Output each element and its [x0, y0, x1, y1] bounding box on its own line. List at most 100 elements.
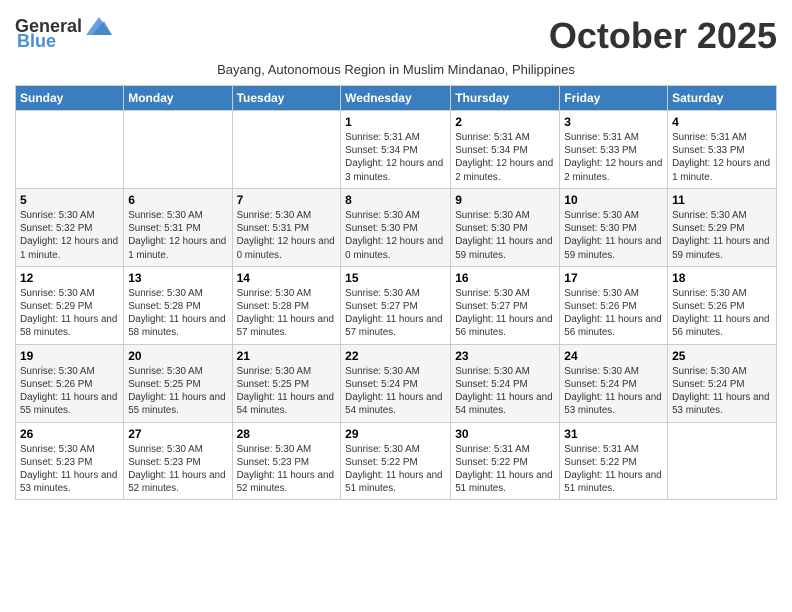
cell-info: Sunrise: 5:30 AM Sunset: 5:24 PM Dayligh…	[345, 365, 446, 418]
calendar-cell: 27 Sunrise: 5:30 AM Sunset: 5:23 PM Dayli…	[124, 422, 232, 500]
subtitle: Bayang, Autonomous Region in Muslim Mind…	[15, 62, 777, 77]
calendar-cell: 23Sunrise: 5:30 AM Sunset: 5:24 PM Dayli…	[451, 344, 560, 422]
calendar-cell: 16 Sunrise: 5:30 AM Sunset: 5:27 PM Dayli…	[451, 266, 560, 344]
month-title: October 2025	[549, 15, 777, 57]
calendar-cell: 6 Sunrise: 5:30 AM Sunset: 5:31 PM Daylig…	[124, 188, 232, 266]
logo-blue: Blue	[17, 31, 56, 52]
calendar-cell: 7Sunrise: 5:30 AM Sunset: 5:31 PM Daylig…	[232, 188, 341, 266]
cell-info: Sunrise: 5:30 AM Sunset: 5:23 PM Dayligh…	[128, 443, 227, 496]
cell-date-number: 3	[564, 115, 663, 129]
cell-date-number: 21	[237, 349, 337, 363]
calendar-cell: 13 Sunrise: 5:30 AM Sunset: 5:28 PM Dayli…	[124, 266, 232, 344]
cell-date-number: 31	[564, 427, 663, 441]
cell-info: Sunrise: 5:30 AM Sunset: 5:29 PM Dayligh…	[20, 287, 119, 340]
calendar-cell: 5 Sunrise: 5:30 AM Sunset: 5:32 PM Daylig…	[16, 188, 124, 266]
calendar-cell: 15 Sunrise: 5:30 AM Sunset: 5:27 PM Dayli…	[341, 266, 451, 344]
calendar-cell: 3 Sunrise: 5:31 AM Sunset: 5:33 PM Daylig…	[560, 111, 668, 189]
cell-info: Sunrise: 5:31 AM Sunset: 5:22 PM Dayligh…	[455, 443, 555, 496]
calendar-cell: 11 Sunrise: 5:30 AM Sunset: 5:29 PM Dayli…	[668, 188, 777, 266]
cell-date-number: 22	[345, 349, 446, 363]
calendar-cell: 20 Sunrise: 5:30 AM Sunset: 5:25 PM Dayli…	[124, 344, 232, 422]
cell-info: Sunrise: 5:30 AM Sunset: 5:25 PM Dayligh…	[128, 365, 227, 418]
day-header-saturday: Saturday	[668, 86, 777, 111]
cell-info: Sunrise: 5:31 AM Sunset: 5:33 PM Dayligh…	[564, 131, 663, 184]
calendar-cell: 25 Sunrise: 5:30 AM Sunset: 5:24 PM Dayli…	[668, 344, 777, 422]
cell-date-number: 2	[455, 115, 555, 129]
calendar-cell: 24Sunrise: 5:30 AM Sunset: 5:24 PM Dayli…	[560, 344, 668, 422]
cell-date-number: 18	[672, 271, 772, 285]
cell-info: Sunrise: 5:30 AM Sunset: 5:26 PM Dayligh…	[672, 287, 772, 340]
cell-date-number: 13	[128, 271, 227, 285]
logo: General Blue	[15, 15, 114, 52]
cell-info: Sunrise: 5:30 AM Sunset: 5:31 PM Dayligh…	[237, 209, 337, 262]
cell-date-number: 11	[672, 193, 772, 207]
cell-info: Sunrise: 5:30 AM Sunset: 5:23 PM Dayligh…	[237, 443, 337, 496]
cell-info: Sunrise: 5:30 AM Sunset: 5:31 PM Dayligh…	[128, 209, 227, 262]
cell-info: Sunrise: 5:30 AM Sunset: 5:29 PM Dayligh…	[672, 209, 772, 262]
cell-date-number: 29	[345, 427, 446, 441]
calendar-cell: 12 Sunrise: 5:30 AM Sunset: 5:29 PM Dayli…	[16, 266, 124, 344]
cell-date-number: 25	[672, 349, 772, 363]
cell-info: Sunrise: 5:30 AM Sunset: 5:32 PM Dayligh…	[20, 209, 119, 262]
calendar-cell: 2 Sunrise: 5:31 AM Sunset: 5:34 PM Daylig…	[451, 111, 560, 189]
cell-info: Sunrise: 5:30 AM Sunset: 5:24 PM Dayligh…	[455, 365, 555, 418]
calendar-cell: 21 Sunrise: 5:30 AM Sunset: 5:25 PM Dayli…	[232, 344, 341, 422]
cell-info: Sunrise: 5:31 AM Sunset: 5:22 PM Dayligh…	[564, 443, 663, 496]
cell-date-number: 20	[128, 349, 227, 363]
calendar-cell: 9Sunrise: 5:30 AM Sunset: 5:30 PM Daylig…	[451, 188, 560, 266]
calendar-cell: 17 Sunrise: 5:30 AM Sunset: 5:26 PM Dayli…	[560, 266, 668, 344]
calendar-cell: 10 Sunrise: 5:30 AM Sunset: 5:30 PM Dayli…	[560, 188, 668, 266]
cell-date-number: 16	[455, 271, 555, 285]
calendar-cell: 31 Sunrise: 5:31 AM Sunset: 5:22 PM Dayli…	[560, 422, 668, 500]
cell-info: Sunrise: 5:30 AM Sunset: 5:30 PM Dayligh…	[564, 209, 663, 262]
cell-date-number: 6	[128, 193, 227, 207]
calendar-table: SundayMondayTuesdayWednesdayThursdayFrid…	[15, 85, 777, 500]
cell-date-number: 1	[345, 115, 446, 129]
day-header-wednesday: Wednesday	[341, 86, 451, 111]
cell-date-number: 17	[564, 271, 663, 285]
day-header-monday: Monday	[124, 86, 232, 111]
cell-info: Sunrise: 5:30 AM Sunset: 5:24 PM Dayligh…	[564, 365, 663, 418]
calendar-cell: 14 Sunrise: 5:30 AM Sunset: 5:28 PM Dayli…	[232, 266, 341, 344]
calendar-cell: 8Sunrise: 5:30 AM Sunset: 5:30 PM Daylig…	[341, 188, 451, 266]
calendar-cell: 4Sunrise: 5:31 AM Sunset: 5:33 PM Daylig…	[668, 111, 777, 189]
cell-date-number: 12	[20, 271, 119, 285]
calendar-cell	[124, 111, 232, 189]
calendar-cell	[16, 111, 124, 189]
calendar-cell: 30 Sunrise: 5:31 AM Sunset: 5:22 PM Dayli…	[451, 422, 560, 500]
day-header-sunday: Sunday	[16, 86, 124, 111]
cell-info: Sunrise: 5:30 AM Sunset: 5:25 PM Dayligh…	[237, 365, 337, 418]
cell-info: Sunrise: 5:30 AM Sunset: 5:24 PM Dayligh…	[672, 365, 772, 418]
calendar-cell: 1Sunrise: 5:31 AM Sunset: 5:34 PM Daylig…	[341, 111, 451, 189]
cell-info: Sunrise: 5:31 AM Sunset: 5:34 PM Dayligh…	[455, 131, 555, 184]
cell-date-number: 9	[455, 193, 555, 207]
cell-date-number: 8	[345, 193, 446, 207]
calendar-cell	[232, 111, 341, 189]
cell-date-number: 14	[237, 271, 337, 285]
cell-info: Sunrise: 5:30 AM Sunset: 5:26 PM Dayligh…	[20, 365, 119, 418]
cell-date-number: 15	[345, 271, 446, 285]
cell-date-number: 28	[237, 427, 337, 441]
cell-date-number: 26	[20, 427, 119, 441]
cell-info: Sunrise: 5:30 AM Sunset: 5:26 PM Dayligh…	[564, 287, 663, 340]
calendar-cell: 29 Sunrise: 5:30 AM Sunset: 5:22 PM Dayli…	[341, 422, 451, 500]
cell-info: Sunrise: 5:30 AM Sunset: 5:28 PM Dayligh…	[128, 287, 227, 340]
cell-date-number: 30	[455, 427, 555, 441]
cell-info: Sunrise: 5:30 AM Sunset: 5:22 PM Dayligh…	[345, 443, 446, 496]
cell-date-number: 19	[20, 349, 119, 363]
day-header-tuesday: Tuesday	[232, 86, 341, 111]
cell-info: Sunrise: 5:30 AM Sunset: 5:27 PM Dayligh…	[455, 287, 555, 340]
calendar-cell: 22 Sunrise: 5:30 AM Sunset: 5:24 PM Dayli…	[341, 344, 451, 422]
cell-info: Sunrise: 5:30 AM Sunset: 5:27 PM Dayligh…	[345, 287, 446, 340]
page-header: General Blue October 2025	[15, 15, 777, 57]
calendar-cell: 19 Sunrise: 5:30 AM Sunset: 5:26 PM Dayli…	[16, 344, 124, 422]
calendar-cell: 18 Sunrise: 5:30 AM Sunset: 5:26 PM Dayli…	[668, 266, 777, 344]
cell-date-number: 27	[128, 427, 227, 441]
cell-info: Sunrise: 5:30 AM Sunset: 5:28 PM Dayligh…	[237, 287, 337, 340]
cell-date-number: 4	[672, 115, 772, 129]
cell-date-number: 5	[20, 193, 119, 207]
logo-icon	[84, 15, 114, 37]
cell-date-number: 10	[564, 193, 663, 207]
day-header-friday: Friday	[560, 86, 668, 111]
calendar-cell: 26Sunrise: 5:30 AM Sunset: 5:23 PM Dayli…	[16, 422, 124, 500]
